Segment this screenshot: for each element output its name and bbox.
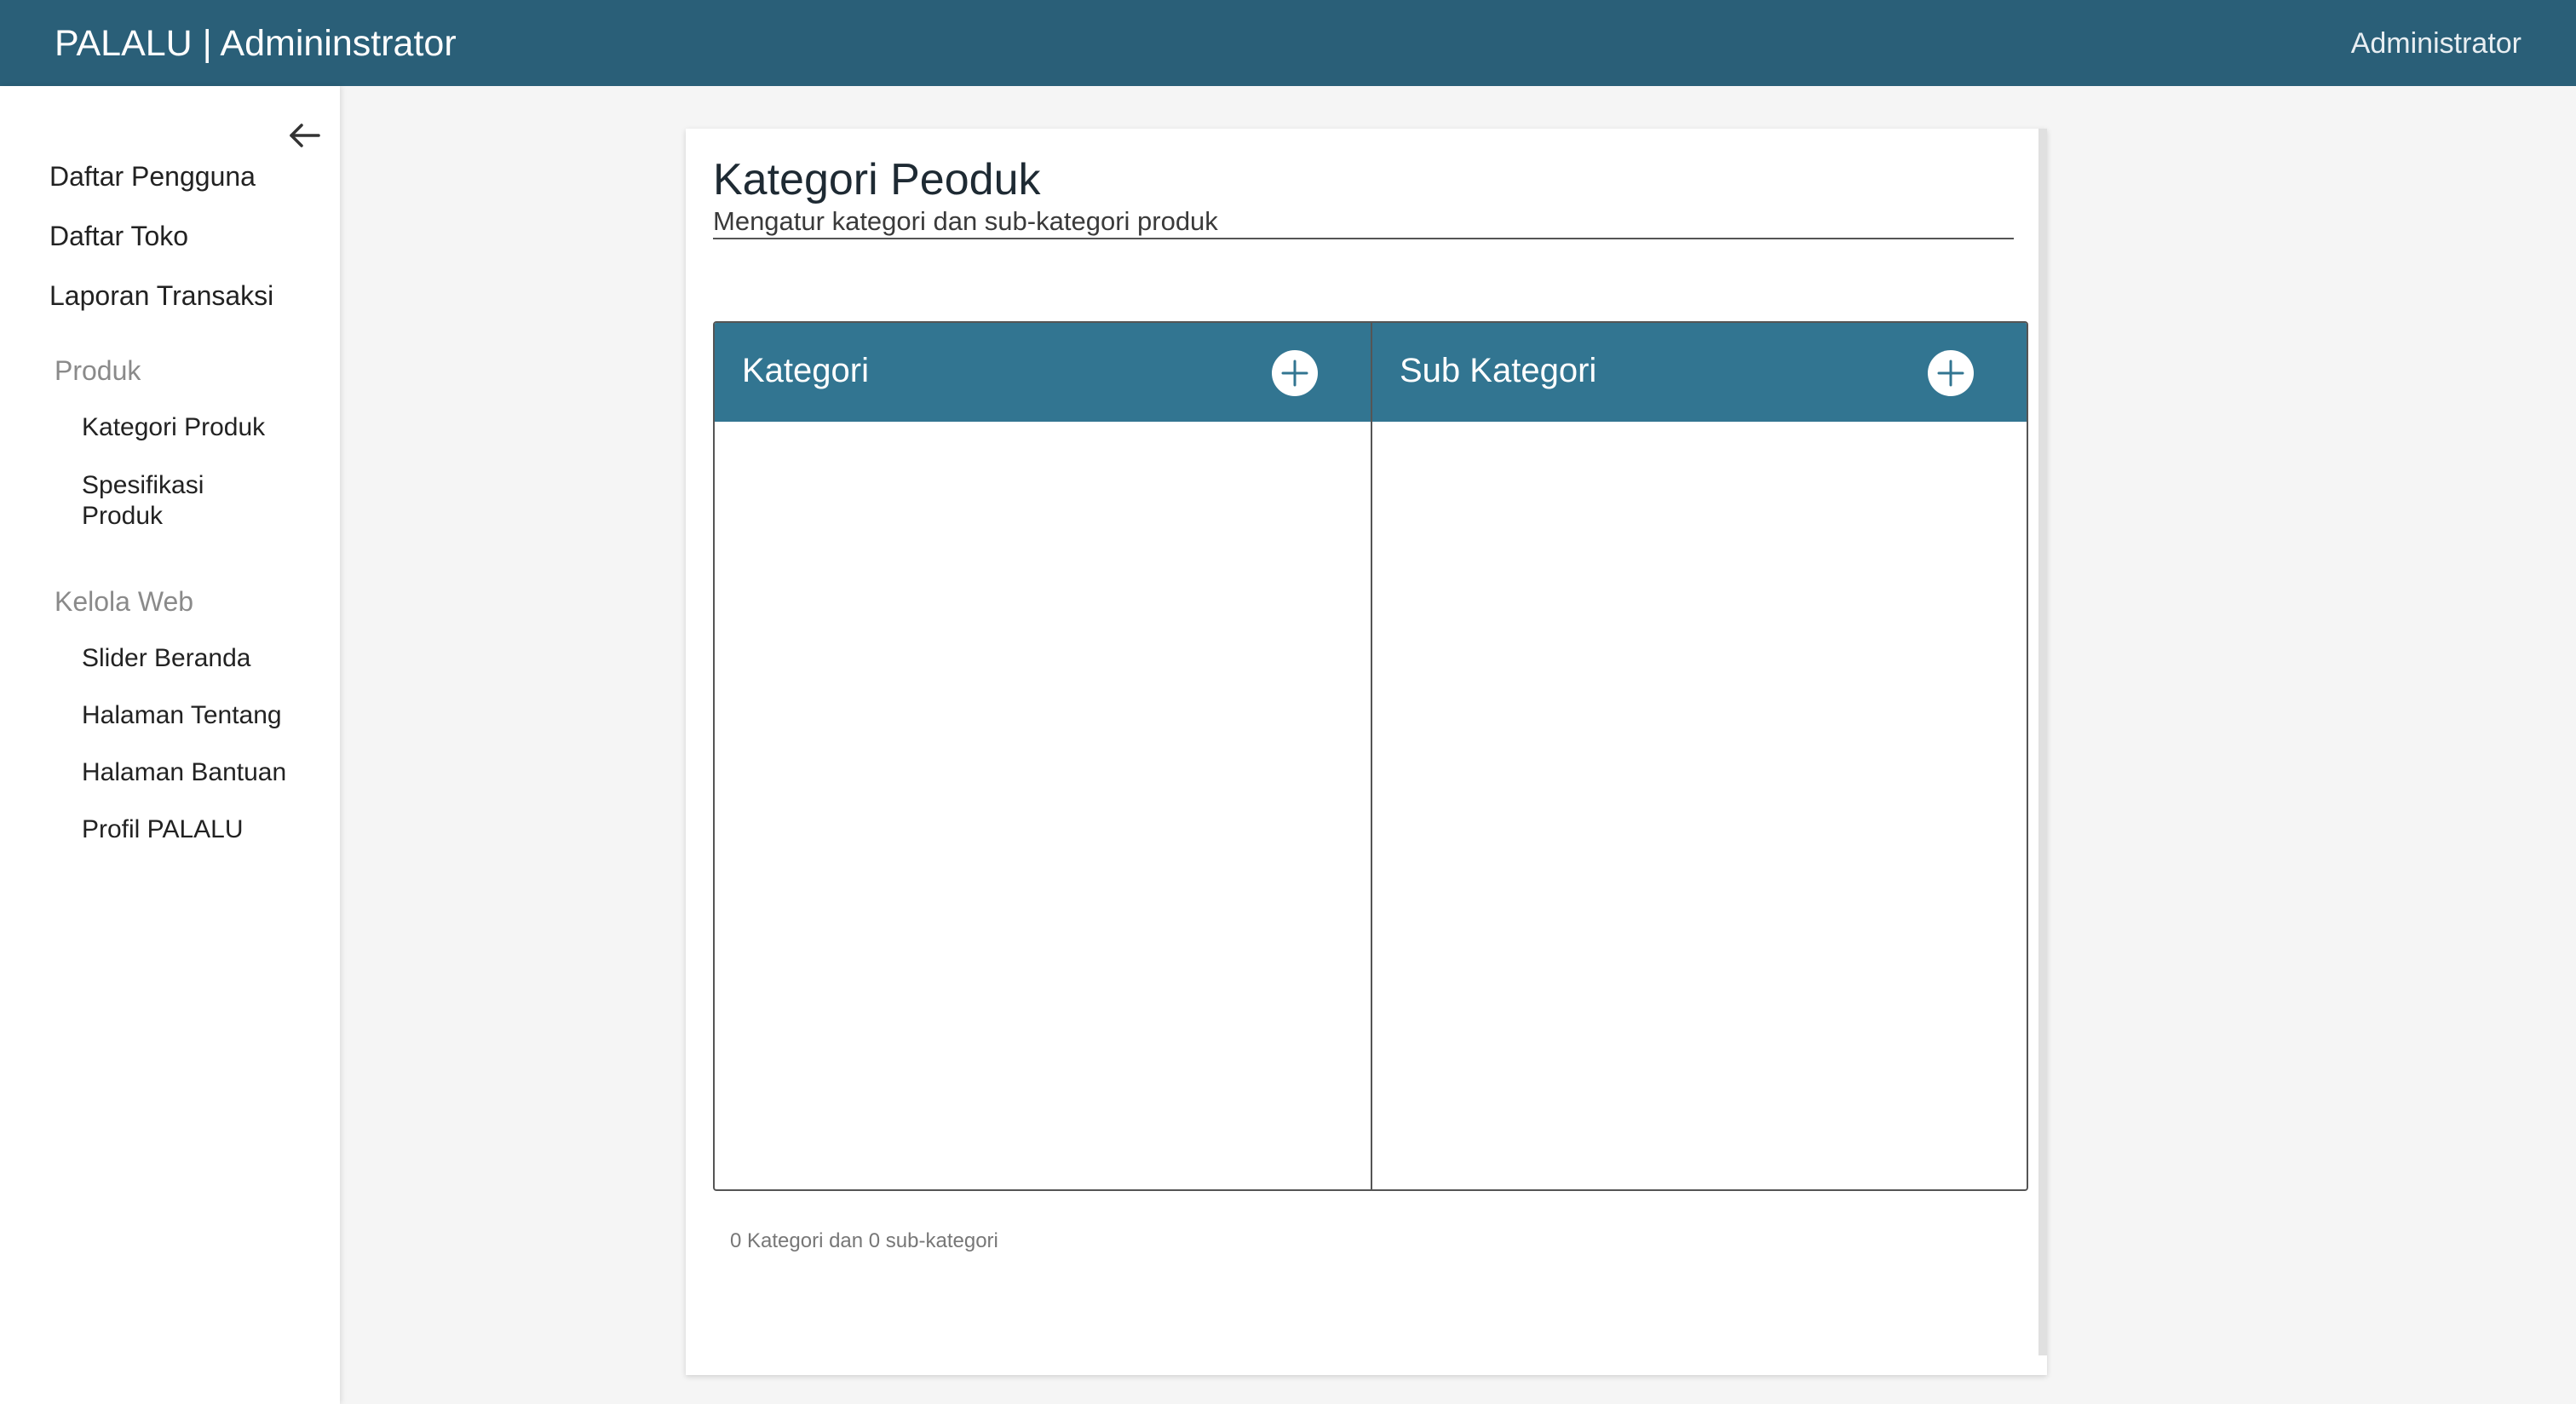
sidebar-item-halaman-bantuan[interactable]: Halaman Bantuan — [82, 757, 303, 788]
page-title: Kategori Peoduk — [713, 155, 1041, 204]
category-panels: Kategori Sub Kategori — [713, 321, 2028, 1191]
plus-circle-icon — [1937, 360, 1964, 387]
arrow-left-icon — [290, 124, 320, 147]
kategori-panel: Kategori — [715, 323, 1371, 1189]
category-count-summary: 0 Kategori dan 0 sub-kategori — [730, 1229, 998, 1252]
title-divider — [713, 238, 2014, 239]
add-kategori-button[interactable] — [1272, 350, 1318, 396]
page-subtitle: Mengatur kategori dan sub-kategori produ… — [713, 206, 1218, 236]
kategori-panel-header: Kategori — [715, 323, 1371, 422]
plus-circle-icon — [1281, 360, 1308, 387]
add-sub-kategori-button[interactable] — [1928, 350, 1974, 396]
sub-kategori-panel: Sub Kategori — [1371, 323, 2027, 1189]
sidebar-item-halaman-tentang[interactable]: Halaman Tentang — [82, 700, 303, 731]
sub-kategori-panel-header: Sub Kategori — [1372, 323, 2027, 422]
scrollbar[interactable] — [2038, 129, 2047, 1355]
sidebar-item-spesifikasi-produk[interactable]: Spesifikasi Produk — [82, 470, 235, 532]
kategori-list — [715, 422, 1371, 1189]
sidebar-item-daftar-pengguna[interactable]: Daftar Pengguna — [49, 159, 256, 193]
sidebar-item-daftar-toko[interactable]: Daftar Toko — [49, 219, 188, 253]
sidebar-item-laporan-transaksi[interactable]: Laporan Transaksi — [49, 279, 273, 313]
sidebar: Daftar Pengguna Daftar Toko Laporan Tran… — [0, 86, 340, 1404]
category-card: Kategori Peoduk Mengatur kategori dan su… — [686, 129, 2047, 1375]
user-menu[interactable]: Administrator — [2351, 26, 2521, 61]
collapse-sidebar-button[interactable] — [285, 117, 324, 154]
sub-kategori-panel-title: Sub Kategori — [1400, 352, 1597, 389]
kategori-panel-title: Kategori — [742, 352, 869, 389]
sidebar-item-kategori-produk[interactable]: Kategori Produk — [82, 412, 303, 443]
sidebar-section-produk: Produk — [55, 355, 141, 386]
app-title: PALALU | Admininstrator — [55, 23, 457, 64]
sidebar-item-slider-beranda[interactable]: Slider Beranda — [82, 643, 303, 674]
sub-kategori-list — [1372, 422, 2027, 1189]
top-app-bar: PALALU | Admininstrator Administrator — [0, 0, 2576, 86]
sidebar-section-kelola-web: Kelola Web — [55, 586, 194, 617]
sidebar-item-profil-palalu[interactable]: Profil PALALU — [82, 814, 303, 845]
